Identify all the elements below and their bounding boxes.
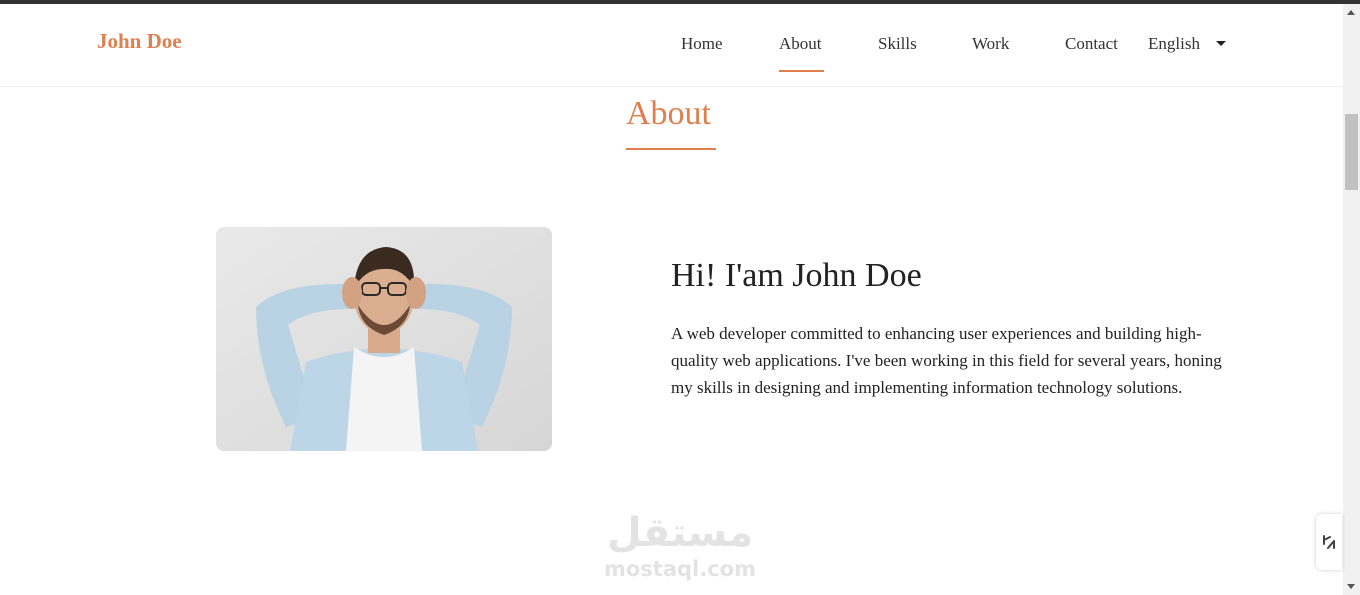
about-heading: Hi! I'am John Doe [671, 257, 922, 294]
caret-down-icon[interactable] [1216, 41, 1226, 46]
profile-photo [216, 227, 552, 451]
scroll-up-arrow-icon[interactable] [1347, 10, 1355, 15]
link-icon [1323, 535, 1335, 549]
profile-photo-illustration [216, 227, 552, 451]
nav-skills[interactable]: Skills [878, 35, 917, 52]
section-title: About [626, 95, 711, 132]
nav-about[interactable]: About [779, 35, 822, 52]
page-viewport: John Doe Home About Skills Work Contact … [0, 4, 1343, 595]
navbar: John Doe Home About Skills Work Contact … [0, 4, 1343, 87]
brand-logo[interactable]: John Doe [97, 31, 182, 52]
watermark: مستقل mostaql.com [600, 509, 760, 581]
language-select[interactable]: English [1148, 35, 1200, 52]
nav-home[interactable]: Home [681, 35, 723, 52]
scrollbar-thumb[interactable] [1345, 114, 1358, 190]
scroll-down-arrow-icon[interactable] [1347, 584, 1355, 589]
watermark-arabic: مستقل [606, 510, 754, 556]
about-bio: A web developer committed to enhancing u… [671, 324, 1222, 397]
nav-contact[interactable]: Contact [1065, 35, 1118, 52]
floating-widget-button[interactable] [1316, 514, 1342, 570]
nav-work[interactable]: Work [972, 35, 1009, 52]
nav-active-indicator [779, 70, 824, 72]
watermark-latin: mostaql.com [604, 557, 756, 581]
section-title-underline [626, 148, 716, 150]
vertical-scrollbar[interactable] [1343, 4, 1360, 595]
